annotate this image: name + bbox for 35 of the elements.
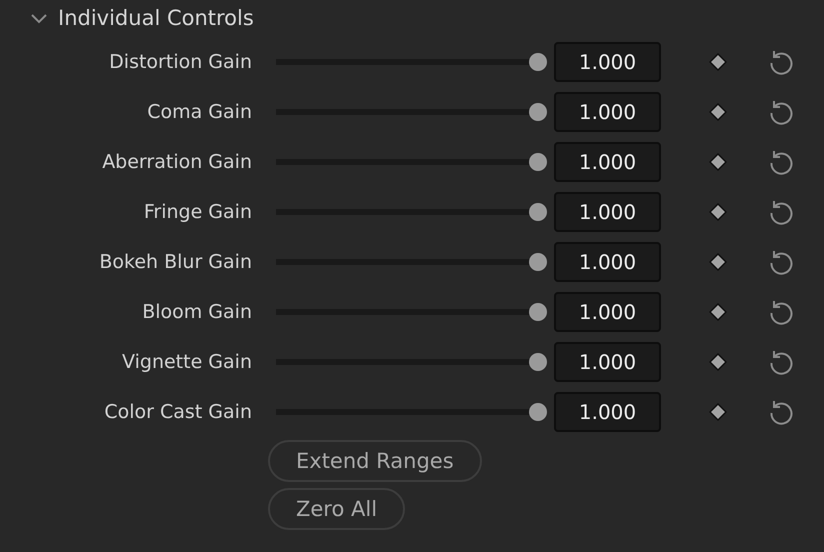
- value-field[interactable]: 1.000: [554, 292, 661, 332]
- action-button[interactable]: Extend Ranges: [268, 440, 482, 482]
- control-label: Bokeh Blur Gain: [98, 250, 252, 275]
- value-field[interactable]: 1.000: [554, 42, 661, 82]
- slider-thumb[interactable]: [529, 403, 547, 421]
- action-button[interactable]: Zero All: [268, 488, 406, 530]
- section-title: Individual Controls: [58, 4, 254, 32]
- slider-thumb[interactable]: [529, 103, 547, 121]
- keyframe-icon[interactable]: [709, 53, 727, 71]
- keyframe-icon[interactable]: [709, 353, 727, 371]
- value-field[interactable]: 1.000: [554, 142, 661, 182]
- control-label: Aberration Gain: [101, 150, 252, 175]
- value-field[interactable]: 1.000: [554, 342, 661, 382]
- keyframe-icon[interactable]: [709, 153, 727, 171]
- slider-thumb[interactable]: [529, 303, 547, 321]
- slider-thumb[interactable]: [529, 153, 547, 171]
- control-label: Color Cast Gain: [103, 400, 252, 425]
- control-label: Bloom Gain: [141, 300, 252, 325]
- control-label: Fringe Gain: [142, 200, 252, 225]
- keyframe-icon[interactable]: [709, 403, 727, 421]
- value-field[interactable]: 1.000: [554, 92, 661, 132]
- slider-thumb[interactable]: [529, 53, 547, 71]
- keyframe-icon[interactable]: [709, 103, 727, 121]
- value-field[interactable]: 1.000: [554, 242, 661, 282]
- keyframe-icon[interactable]: [709, 253, 727, 271]
- control-label: Vignette Gain: [121, 350, 252, 375]
- slider-thumb[interactable]: [529, 253, 547, 271]
- keyframe-icon[interactable]: [709, 303, 727, 321]
- slider-thumb[interactable]: [529, 353, 547, 371]
- slider-thumb[interactable]: [529, 203, 547, 221]
- value-field[interactable]: 1.000: [554, 192, 661, 232]
- control-label: Coma Gain: [146, 100, 252, 125]
- control-label: Distortion Gain: [108, 50, 252, 75]
- value-field[interactable]: 1.000: [554, 392, 661, 432]
- keyframe-icon[interactable]: [709, 203, 727, 221]
